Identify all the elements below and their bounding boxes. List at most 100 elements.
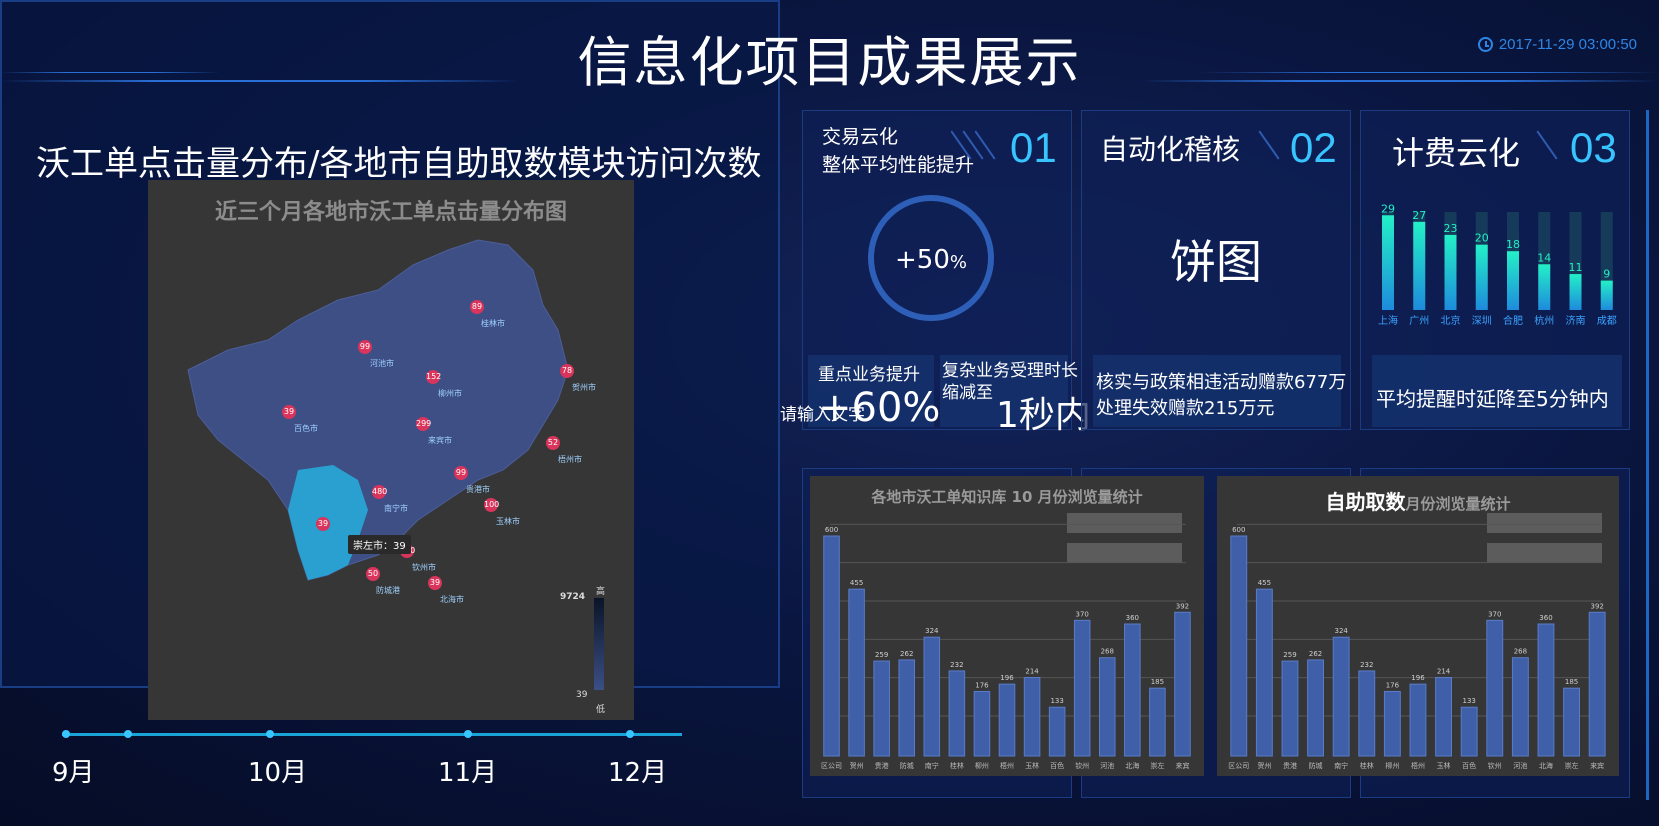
bar-category-label: 玉林: [1437, 761, 1451, 770]
bar-value-label: 176: [1386, 681, 1400, 689]
mini-bar-category: 合肥: [1503, 314, 1523, 327]
map-city-label: 玉林市: [496, 517, 520, 526]
card-02-sub-line1: 核实与政策相违活动赠款677万: [1096, 372, 1347, 393]
map-pin[interactable]: 78: [560, 364, 574, 378]
mini-bar[interactable]: [1538, 264, 1551, 310]
right-scroll-indicator[interactable]: [1646, 110, 1649, 800]
bar[interactable]: [1563, 687, 1581, 757]
bar-category-label: 贺州: [850, 761, 864, 770]
bar-value-label: 324: [925, 627, 939, 635]
mini-bar[interactable]: [1475, 244, 1488, 310]
mini-bar[interactable]: [1569, 274, 1582, 310]
bar[interactable]: [1048, 706, 1066, 757]
mini-bar-value: 20: [1475, 232, 1489, 245]
map-pin[interactable]: 480: [372, 485, 387, 499]
timeline-month[interactable]: 10月: [248, 752, 307, 789]
bar[interactable]: [898, 659, 916, 757]
bar[interactable]: [823, 535, 840, 757]
mini-bar-category: 上海: [1378, 314, 1398, 327]
mini-bar[interactable]: [1382, 215, 1394, 310]
bar[interactable]: [1511, 657, 1529, 757]
bar[interactable]: [848, 588, 865, 757]
bar-category-label: 南宁: [1334, 761, 1348, 770]
map-tooltip: 崇左市：39: [348, 535, 411, 554]
legend-gradient[interactable]: [594, 598, 604, 690]
timeline[interactable]: [62, 730, 682, 738]
timeline-dot[interactable]: [626, 730, 634, 738]
timeline-month[interactable]: 12月: [608, 752, 667, 789]
timeline-dot[interactable]: [62, 730, 70, 738]
bar[interactable]: [873, 660, 890, 757]
bar[interactable]: [1332, 636, 1350, 757]
map-pin[interactable]: 89: [470, 300, 484, 314]
map-city-label: 柳州市: [438, 389, 462, 398]
card-01-ring-value: +50%: [868, 245, 994, 275]
map-pin[interactable]: 50: [366, 567, 380, 581]
card-03-sub: 平均提醒时延降至5分钟内: [1376, 387, 1609, 411]
map-city-label: 南宁市: [384, 504, 408, 513]
bar[interactable]: [923, 636, 941, 757]
map-pin[interactable]: 39: [316, 517, 330, 531]
map-pin[interactable]: 152: [426, 370, 441, 384]
timeline-dot[interactable]: [464, 730, 472, 738]
map-pin[interactable]: 52: [546, 436, 560, 450]
bar-category-label: 区公司: [1228, 762, 1249, 770]
bar[interactable]: [998, 683, 1016, 757]
bar[interactable]: [1149, 687, 1166, 757]
map-pin[interactable]: 39: [428, 576, 442, 590]
bar[interactable]: [1383, 690, 1401, 757]
bar[interactable]: [1281, 660, 1299, 757]
bar-value-label: 455: [1258, 579, 1271, 587]
bar-category-label: 防城: [1309, 761, 1323, 770]
map-pin[interactable]: 99: [358, 340, 372, 354]
mini-bar-value: 11: [1569, 261, 1583, 274]
map-city-label: 梧州市: [558, 455, 582, 464]
bar[interactable]: [1098, 657, 1116, 757]
bar[interactable]: [973, 690, 991, 757]
card-03-bar-chart[interactable]: 29 上海 27 广州 23 北京 20 深圳 18 合肥 14 杭州 11 济南 9 成都: [1376, 200, 1626, 330]
bar-category-label: 防城: [900, 761, 914, 770]
card-01-title-line1: 交易云化: [822, 126, 899, 148]
map-city-label: 桂林市: [481, 319, 505, 328]
map-pin[interactable]: 39: [282, 405, 296, 419]
bottom-left-bar-chart[interactable]: 600 区公司 455 贺州 259 贵港 262 防城 324 南宁 232 桂林 176 柳州 196 梧…: [810, 476, 1204, 776]
timeline-month[interactable]: 9月: [52, 752, 95, 789]
bar[interactable]: [1230, 535, 1248, 757]
bar-category-label: 钦州: [1075, 761, 1089, 770]
legend-low: 低: [596, 705, 606, 715]
bar[interactable]: [1409, 683, 1427, 757]
card-02-center: 饼图: [1170, 235, 1262, 289]
mini-bar[interactable]: [1507, 251, 1519, 310]
map-city-label: 河池市: [370, 359, 394, 368]
bar[interactable]: [1174, 611, 1191, 757]
bar-category-label: 崇左: [1150, 761, 1164, 770]
bottom-right-bar-chart[interactable]: 600 区公司 455 贺州 259 贵港 262 防城 324 南宁 232 桂林 176 柳州 196 梧…: [1217, 476, 1619, 776]
bar[interactable]: [1023, 677, 1041, 757]
bar[interactable]: [1307, 659, 1325, 757]
bar-value-label: 214: [1437, 668, 1451, 676]
map-pin[interactable]: 299: [416, 417, 431, 431]
bar[interactable]: [1435, 677, 1453, 757]
bar-value-label: 370: [1488, 610, 1501, 618]
bar[interactable]: [1073, 619, 1091, 757]
guangxi-map[interactable]: [148, 180, 634, 720]
timeline-month[interactable]: 11月: [438, 752, 497, 789]
map-city-label: 来宾市: [428, 436, 452, 445]
map-pin[interactable]: 100: [484, 498, 499, 512]
bar[interactable]: [1537, 623, 1555, 757]
bar[interactable]: [1255, 588, 1273, 757]
bar[interactable]: [1486, 619, 1504, 757]
timeline-dot[interactable]: [124, 730, 132, 738]
timeline-dot[interactable]: [266, 730, 274, 738]
bar[interactable]: [1124, 623, 1141, 757]
mini-bar[interactable]: [1444, 234, 1457, 310]
bar[interactable]: [1358, 670, 1376, 757]
bar[interactable]: [1588, 611, 1606, 757]
bar[interactable]: [1460, 706, 1478, 757]
bar-value-label: 185: [1565, 678, 1578, 686]
mini-bar[interactable]: [1600, 280, 1613, 310]
bar[interactable]: [948, 670, 966, 757]
mini-bar[interactable]: [1413, 221, 1426, 310]
ring-value-unit: %: [949, 252, 967, 273]
map-pin[interactable]: 99: [454, 466, 468, 480]
